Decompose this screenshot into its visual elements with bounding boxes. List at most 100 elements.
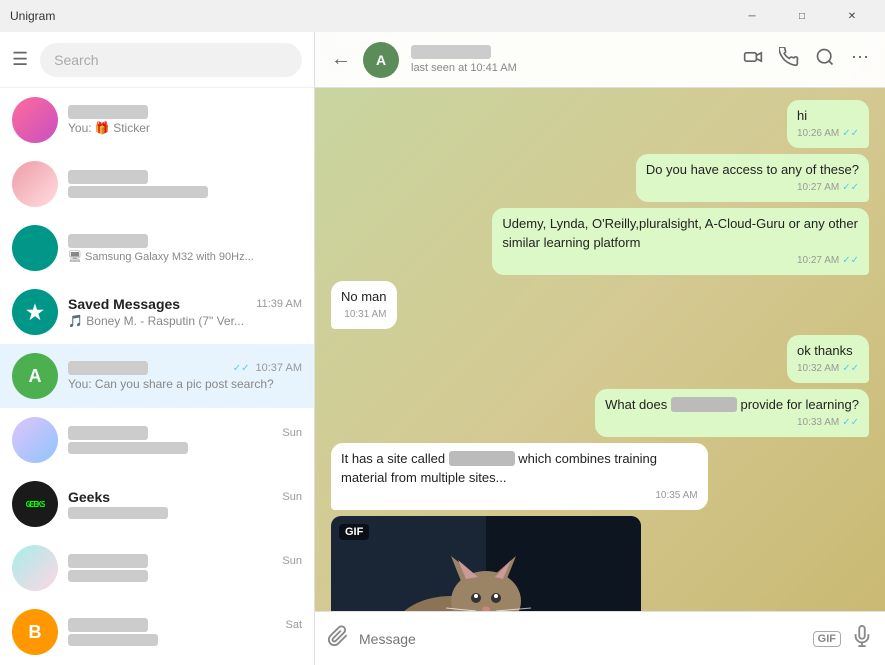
read-receipt: ✓✓ — [842, 127, 859, 141]
message-text: It has a site called xxxx which combines… — [341, 450, 698, 486]
avatar: A — [12, 353, 58, 399]
list-item[interactable]: Sun — [0, 408, 314, 472]
message-text: hi — [797, 107, 859, 125]
chat-info: Sun — [68, 554, 302, 582]
list-item[interactable]: 🖥 Samsung Galaxy M32 with 90Hz... — [0, 216, 314, 280]
message-row: No man 10:31 AM — [331, 281, 869, 329]
chat-info: You: 🎁 Sticker — [68, 105, 302, 135]
read-receipt: ✓✓ — [842, 416, 859, 430]
message-bubble: ok thanks 10:32 AM ✓✓ — [787, 335, 869, 383]
message-row: Udemy, Lynda, O'Reilly,pluralsight, A-Cl… — [331, 208, 869, 274]
chat-info: ✓✓ 10:37 AM You: Can you share a pic pos… — [68, 361, 302, 391]
chat-preview: 🎵 Boney M. - Rasputin (7" Ver... — [68, 314, 302, 328]
message-row: It has a site called xxxx which combines… — [331, 443, 869, 509]
chat-info: Sun — [68, 426, 302, 454]
chat-name — [68, 618, 148, 632]
list-item-saved-messages[interactable]: ★ Saved Messages 11:39 AM 🎵 Boney M. - R… — [0, 280, 314, 344]
chat-list: You: 🎁 Sticker — [0, 88, 314, 665]
gif-button[interactable]: GIF — [813, 631, 841, 647]
read-receipt: ✓✓ — [842, 362, 859, 376]
gif-label: GIF — [339, 524, 369, 540]
maximize-button[interactable]: □ — [779, 0, 825, 32]
avatar: B — [12, 609, 58, 655]
chat-name: Geeks — [68, 489, 110, 505]
chat-name: Saved Messages — [68, 296, 180, 312]
chat-preview: You: 🎁 Sticker — [68, 121, 302, 135]
chat-name — [68, 234, 148, 248]
search-chat-icon[interactable] — [815, 47, 835, 72]
sidebar-header: ☰ Search — [0, 32, 314, 88]
message-text: No man — [341, 288, 387, 306]
minimize-button[interactable]: ─ — [729, 0, 775, 32]
message-bubble: What does xxxx provide for learning? 10:… — [595, 389, 869, 437]
window-controls: ─ □ ✕ — [729, 0, 875, 32]
list-item-active[interactable]: A ✓✓ 10:37 AM You: Can you share a pic p… — [0, 344, 314, 408]
chat-actions: ⋯ — [743, 47, 869, 72]
contact-avatar: A — [363, 42, 399, 78]
chat-info: Sat — [68, 618, 302, 646]
titlebar: Unigram ─ □ ✕ — [0, 0, 885, 32]
chat-name — [68, 105, 148, 119]
chat-name — [68, 554, 148, 568]
message-input[interactable] — [359, 620, 803, 658]
message-row: What does xxxx provide for learning? 10:… — [331, 389, 869, 437]
chat-info: 🖥 Samsung Galaxy M32 with 90Hz... — [68, 234, 302, 263]
message-bubble: Do you have access to any of these? 10:2… — [636, 154, 869, 202]
app-title: Unigram — [10, 9, 55, 23]
list-item[interactable] — [0, 152, 314, 216]
message-row: GIF 10:35 AM ✓✓ — [331, 516, 869, 611]
message-bubble: hi 10:26 AM ✓✓ — [787, 100, 869, 148]
chat-area: ← A last seen at 10:41 AM ⋯ — [315, 32, 885, 665]
message-bubble: Udemy, Lynda, O'Reilly,pluralsight, A-Cl… — [492, 208, 869, 274]
messages-container: hi 10:26 AM ✓✓ Do you have access to any… — [315, 88, 885, 611]
chat-name — [68, 361, 148, 375]
back-button[interactable]: ← — [331, 48, 351, 71]
contact-name-blurred — [411, 45, 491, 59]
avatar: ★ — [12, 289, 58, 335]
read-receipt: ✓✓ — [842, 181, 859, 195]
avatar — [12, 97, 58, 143]
video-call-icon[interactable] — [743, 47, 763, 72]
message-input-area: GIF — [315, 611, 885, 665]
contact-status: last seen at 10:41 AM — [411, 62, 731, 74]
read-indicator: ✓✓ — [233, 363, 250, 374]
message-row: ok thanks 10:32 AM ✓✓ — [331, 335, 869, 383]
close-button[interactable]: ✕ — [829, 0, 875, 32]
sidebar: ☰ Search You: 🎁 Sticker — [0, 32, 315, 665]
message-bubble: It has a site called xxxx which combines… — [331, 443, 708, 509]
chat-info: Saved Messages 11:39 AM 🎵 Boney M. - Ras… — [68, 296, 302, 328]
chat-header: ← A last seen at 10:41 AM ⋯ — [315, 32, 885, 88]
search-box[interactable]: Search — [40, 43, 302, 77]
list-item[interactable]: Sun — [0, 536, 314, 600]
avatar — [12, 545, 58, 591]
chat-name — [68, 426, 148, 440]
list-item[interactable]: You: 🎁 Sticker — [0, 88, 314, 152]
more-options-icon[interactable]: ⋯ — [851, 47, 869, 72]
hamburger-icon[interactable]: ☰ — [12, 49, 28, 70]
chat-info: Geeks Sun — [68, 489, 302, 519]
chat-info — [68, 170, 302, 198]
avatar — [12, 417, 58, 463]
message-bubble: No man 10:31 AM — [331, 281, 397, 329]
avatar — [12, 161, 58, 207]
list-item-geeks[interactable]: GEEKS Geeks Sun — [0, 472, 314, 536]
avatar: GEEKS — [12, 481, 58, 527]
message-text: ok thanks — [797, 342, 859, 360]
message-text: What does xxxx provide for learning? — [605, 396, 859, 414]
attachment-icon[interactable] — [327, 625, 349, 653]
chat-name — [68, 170, 148, 184]
microphone-icon[interactable] — [851, 625, 873, 653]
chat-preview: 🖥 Samsung Galaxy M32 with 90Hz... — [68, 250, 302, 263]
app-container: ☰ Search You: 🎁 Sticker — [0, 32, 885, 665]
message-text: Udemy, Lynda, O'Reilly,pluralsight, A-Cl… — [502, 215, 859, 251]
message-row: hi 10:26 AM ✓✓ — [331, 100, 869, 148]
search-placeholder: Search — [54, 52, 98, 68]
gif-message: GIF 10:35 AM ✓✓ — [331, 516, 641, 611]
message-text: Do you have access to any of these? — [646, 161, 859, 179]
contact-info: last seen at 10:41 AM — [411, 45, 731, 74]
read-receipt: ✓✓ — [842, 254, 859, 268]
list-item[interactable]: B Sat — [0, 600, 314, 664]
phone-icon[interactable] — [779, 47, 799, 72]
cat-gif-image — [331, 516, 641, 611]
avatar — [12, 225, 58, 271]
